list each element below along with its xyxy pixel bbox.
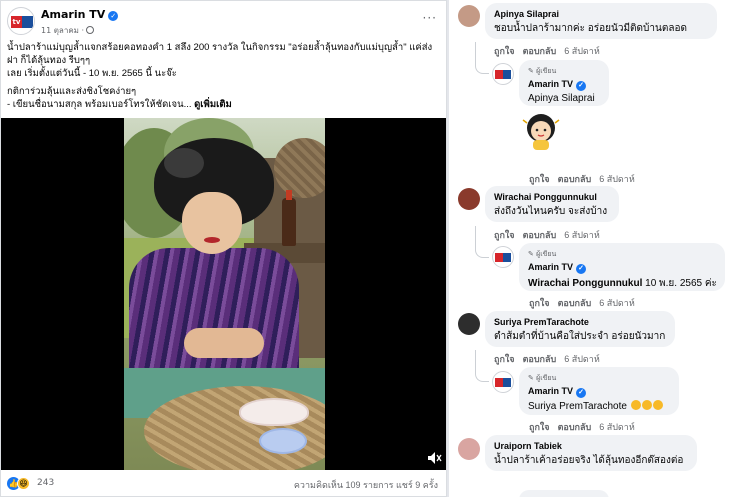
page-avatar[interactable] xyxy=(492,246,514,268)
comment-bubble xyxy=(519,490,609,497)
see-more-link[interactable]: ดูเพิ่มเติม xyxy=(194,99,232,110)
avatar[interactable] xyxy=(458,313,480,335)
post-text-line: น้ำปลาร้าแม่บุญล้ำแจกสร้อยคอทองคำ 1 สลึง… xyxy=(7,42,433,53)
volume-muted-icon[interactable] xyxy=(428,452,442,464)
comment-bubble: ✎ ผู้เขียน Amarin TV ✓ Apinya Silaprai xyxy=(519,60,609,106)
post-text-line: ฝา ก็ได้ลุ้นทอง รีบๆๆ xyxy=(7,55,91,66)
reply-link[interactable]: ตอบกลับ xyxy=(523,354,557,364)
post-header: tv Amarin TV ✓ 11 ตุลาคม · ··· xyxy=(7,7,441,37)
author-badge: ✎ ผู้เขียน xyxy=(528,250,557,258)
globe-icon xyxy=(86,26,95,34)
post-text-line: - เขียนชื่อนามสกุล พร้อมเบอร์โทรให้ชัดเจ… xyxy=(7,99,232,110)
author-badge: ✎ ผู้เขียน xyxy=(528,374,557,382)
comment-author[interactable]: Uraiporn Tabiek xyxy=(494,441,688,451)
tagged-user[interactable]: Suriya PremTarachote xyxy=(528,401,627,412)
verified-badge-icon: ✓ xyxy=(108,11,119,21)
post-meta: 11 ตุลาคม · xyxy=(41,24,95,37)
amarin-logo: tv xyxy=(11,16,33,28)
post-video[interactable] xyxy=(1,118,446,470)
comment-bubble: Apinya Silaprai ชอบน้ำปลาร้ามากค่ะ อร่อย… xyxy=(485,3,717,39)
heart-eyes-emoji-icon xyxy=(641,400,652,410)
post-text-line: เลย เริ่มตั้งแต่วันนี้ - 10 พ.ย. 2565 นี… xyxy=(7,68,177,79)
comment-bubble: Uraiporn Tabiek น้ำปลาร้าเค้าอร่อยจริง ไ… xyxy=(485,435,697,471)
page-name[interactable]: Amarin TV ✓ xyxy=(41,8,119,21)
comment-actions: ถูกใจ ตอบกลับ 6 สัปดาห์ xyxy=(529,296,643,310)
comment-time[interactable]: 6 สัปดาห์ xyxy=(564,230,600,240)
comments-panel: Apinya Silaprai ชอบน้ำปลาร้ามากค่ะ อร่อย… xyxy=(449,0,750,497)
verified-badge-icon: ✓ xyxy=(576,264,587,274)
reply-link[interactable]: ตอบกลับ xyxy=(558,422,592,432)
comment-text: Suriya PremTarachote xyxy=(528,400,670,412)
comment-text: น้ำปลาร้าเค้าอร่อยจริง ได้ลุ้นทองอีกต๊สอ… xyxy=(494,455,684,466)
reply-link[interactable]: ตอบกลับ xyxy=(523,230,557,240)
comment-actions: ถูกใจ ตอบกลับ 6 สัปดาห์ xyxy=(529,420,643,434)
comment-time[interactable]: 6 สัปดาห์ xyxy=(599,174,635,184)
comment-bubble: Wirachai Ponggunnukul ส่งถึงวันไหนครับ จ… xyxy=(485,186,619,222)
comment-text: ตำส้มตำที่บ้านคือใส่ประจำ อร่อยนัวมาก xyxy=(494,331,666,342)
girl-sticker-icon xyxy=(522,114,560,150)
verified-badge-icon: ✓ xyxy=(576,81,587,91)
page-avatar[interactable]: tv xyxy=(7,7,35,35)
comment-text[interactable]: Apinya Silaprai xyxy=(528,93,600,104)
heart-eyes-emoji-icon xyxy=(652,400,663,410)
page-avatar[interactable] xyxy=(492,63,514,85)
comment-bubble: ✎ ผู้เขียน Amarin TV ✓ Wirachai Ponggunnu… xyxy=(519,243,725,291)
comment-text: Wirachai Ponggunnukul 10 พ.ย. 2565 ค่ะ xyxy=(528,278,717,289)
comment-author[interactable]: Amarin TV ✓ xyxy=(528,386,670,398)
comment-author[interactable]: Suriya PremTarachote xyxy=(494,317,666,327)
heart-eyes-emoji-icon xyxy=(630,400,641,410)
more-options-icon[interactable]: ··· xyxy=(423,11,437,25)
like-link[interactable]: ถูกใจ xyxy=(529,174,550,184)
post-date[interactable]: 11 ตุลาคม xyxy=(41,26,79,35)
comment-actions: ถูกใจ ตอบกลับ 6 สัปดาห์ xyxy=(494,228,608,242)
comment-author[interactable]: Apinya Silaprai xyxy=(494,9,708,19)
avatar[interactable] xyxy=(458,438,480,460)
verified-badge-icon: ✓ xyxy=(576,388,587,398)
post-text: น้ำปลาร้าแม่บุญล้ำแจกสร้อยคอทองคำ 1 สลึง… xyxy=(7,41,441,111)
page-avatar[interactable] xyxy=(492,371,514,393)
comment-bubble: Suriya PremTarachote ตำส้มตำที่บ้านคือใส… xyxy=(485,311,675,347)
comment-text: ส่งถึงวันไหนครับ จะส่งบ้าง xyxy=(494,206,608,217)
reply-link[interactable]: ตอบกลับ xyxy=(558,174,592,184)
comment-time[interactable]: 6 สัปดาห์ xyxy=(564,46,600,56)
like-link[interactable]: ถูกใจ xyxy=(494,354,515,364)
comment-author[interactable]: Wirachai Ponggunnukul xyxy=(494,192,610,202)
comment-bubble: ✎ ผู้เขียน Amarin TV ✓ Suriya PremTaracho… xyxy=(519,367,679,415)
like-link[interactable]: ถูกใจ xyxy=(529,298,550,308)
avatar[interactable] xyxy=(458,5,480,27)
screenshot: tv Amarin TV ✓ 11 ตุลาคม · ··· น้ำปลาร้าแ… xyxy=(0,0,750,497)
reaction-count: 243 xyxy=(37,478,55,488)
video-frame xyxy=(124,118,325,470)
reply-link[interactable]: ตอบกลับ xyxy=(523,46,557,56)
haha-reaction-icon: 😆 xyxy=(17,477,30,490)
like-link[interactable]: ถูกใจ xyxy=(494,46,515,56)
comment-share-stats[interactable]: ความคิดเห็น 109 รายการ แชร์ 9 ครั้ง xyxy=(294,478,438,492)
comment-actions: ถูกใจ ตอบกลับ 6 สัปดาห์ xyxy=(529,172,643,186)
tagged-user[interactable]: Wirachai Ponggunnukul xyxy=(528,278,642,289)
comment-actions: ถูกใจ ตอบกลับ 6 สัปดาห์ xyxy=(494,352,608,366)
like-link[interactable]: ถูกใจ xyxy=(494,230,515,240)
author-badge: ✎ ผู้เขียน xyxy=(528,67,557,75)
comment-text: ชอบน้ำปลาร้ามากค่ะ อร่อยนัวมีติดบ้านตลอด xyxy=(494,23,687,34)
post-text-line: กติการ่วมลุ้นและส่งชิงโชคง่ายๆ xyxy=(7,86,137,97)
comment-time[interactable]: 6 สัปดาห์ xyxy=(599,298,635,308)
facebook-post: tv Amarin TV ✓ 11 ตุลาคม · ··· น้ำปลาร้าแ… xyxy=(0,0,447,497)
avatar[interactable] xyxy=(458,188,480,210)
like-link[interactable]: ถูกใจ xyxy=(529,422,550,432)
reply-link[interactable]: ตอบกลับ xyxy=(558,298,592,308)
comment-author[interactable]: Amarin TV ✓ xyxy=(528,79,600,91)
comment-author[interactable]: Amarin TV ✓ xyxy=(528,262,716,274)
comment-time[interactable]: 6 สัปดาห์ xyxy=(599,422,635,432)
comment-actions: ถูกใจ ตอบกลับ 6 สัปดาห์ xyxy=(494,44,608,58)
comment-time[interactable]: 6 สัปดาห์ xyxy=(564,354,600,364)
